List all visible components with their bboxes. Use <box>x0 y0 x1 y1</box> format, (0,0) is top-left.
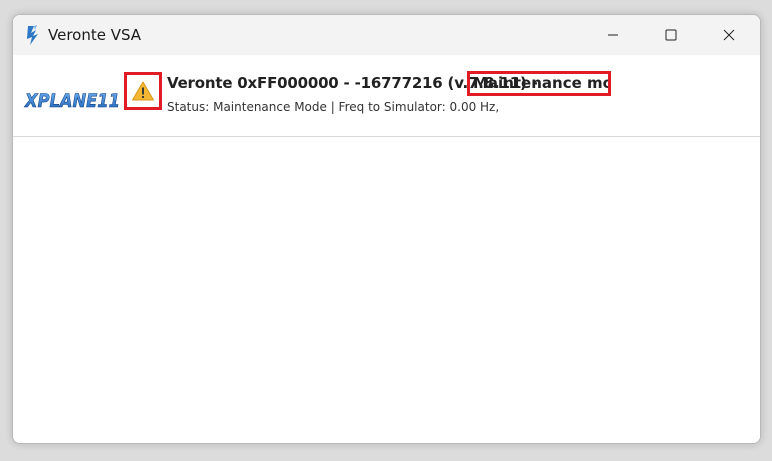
title-bar[interactable]: Veronte VSA <box>13 15 760 55</box>
main-content-area <box>13 137 760 443</box>
maintenance-mode-label: Maintenance mode <box>467 71 611 96</box>
minimize-icon <box>608 34 618 36</box>
warning-triangle-icon <box>132 81 154 101</box>
close-button[interactable] <box>700 15 758 55</box>
maximize-icon <box>665 29 677 41</box>
maximize-button[interactable] <box>642 15 700 55</box>
veronte-app-icon <box>27 25 38 45</box>
logo-text: XPLANE11 <box>24 90 120 111</box>
minimize-button[interactable] <box>584 15 642 55</box>
xplane11-logo: XPLANE11 <box>24 90 120 111</box>
close-icon <box>723 29 735 41</box>
app-window: Veronte VSA XPLANE11 Veronte 0xFF000000 … <box>12 14 761 444</box>
status-text: Status: Maintenance Mode | Freq to Simul… <box>167 100 500 114</box>
warning-indicator[interactable] <box>124 72 162 110</box>
window-title: Veronte VSA <box>48 26 142 44</box>
device-header: XPLANE11 Veronte 0xFF000000 - -16777216 … <box>13 71 760 137</box>
